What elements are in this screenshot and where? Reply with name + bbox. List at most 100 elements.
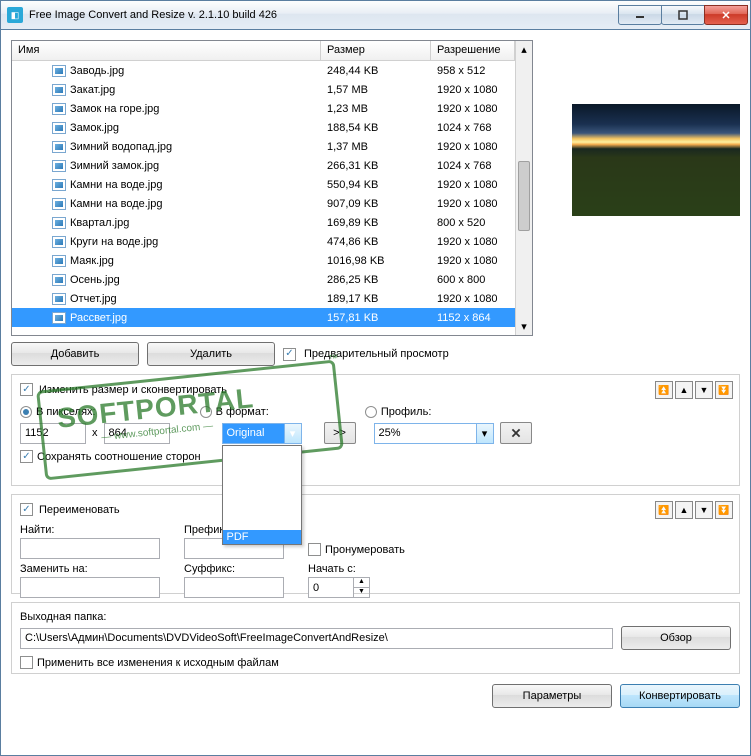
table-row[interactable]: Квартал.jpg169,89 KB800 x 520 [12,213,515,232]
resize-checkbox[interactable] [20,383,33,396]
replace-input[interactable] [20,577,160,598]
format-option[interactable]: GIF [223,502,301,516]
profile-value: 25% [375,427,476,439]
image-file-icon [52,274,66,286]
find-input[interactable] [20,538,160,559]
output-path-input[interactable] [20,628,613,649]
height-input[interactable] [104,423,170,444]
preview-image [572,104,740,216]
width-input[interactable] [20,423,86,444]
close-button[interactable] [704,5,748,25]
scroll-down-icon[interactable]: ▾ [516,318,532,335]
image-file-icon [52,293,66,305]
section-down-icon[interactable]: ▼ [695,381,713,399]
file-name: Зимний замок.jpg [70,160,159,172]
apply-source-checkbox[interactable] [20,656,33,669]
chevron-down-icon[interactable]: ▾ [284,424,301,443]
file-size: 248,44 KB [321,65,431,77]
file-list[interactable]: Имя Размер Разрешение Заводь.jpg248,44 K… [11,40,533,336]
table-row[interactable]: Закат.jpg1,57 MB1920 x 1080 [12,80,515,99]
file-name: Замок.jpg [70,122,119,134]
table-row[interactable]: Заводь.jpg248,44 KB958 x 512 [12,61,515,80]
output-label: Выходная папка: [20,611,731,623]
section-first-icon[interactable]: ⏫ [655,501,673,519]
titlebar[interactable]: ◧ Free Image Convert and Resize v. 2.1.1… [0,0,751,30]
spin-up-icon[interactable]: ▲ [354,578,369,588]
section-first-icon[interactable]: ⏫ [655,381,673,399]
resize-title: Изменить размер и сконвертировать [39,384,227,396]
chevron-down-icon[interactable]: ▾ [476,424,493,443]
file-res: 1920 x 1080 [431,141,515,153]
col-size[interactable]: Размер [321,41,431,60]
add-button[interactable]: Добавить [11,342,139,366]
resize-section: Изменить размер и сконвертировать ⏫ ▲ ▼ … [11,374,740,486]
format-option[interactable]: TGA [223,516,301,530]
format-option[interactable]: BMP [223,488,301,502]
section-up-icon[interactable]: ▲ [675,381,693,399]
table-row[interactable]: Маяк.jpg1016,98 KB1920 x 1080 [12,251,515,270]
file-size: 1,57 MB [321,84,431,96]
format-option[interactable]: JPG [223,460,301,474]
file-size: 1,37 MB [321,141,431,153]
start-input[interactable] [308,577,354,598]
format-dropdown[interactable]: OriginalJPGPNGBMPGIFTGAPDF [222,445,302,545]
file-res: 1920 x 1080 [431,84,515,96]
rename-checkbox[interactable] [20,503,33,516]
table-row[interactable]: Отчет.jpg189,17 KB1920 x 1080 [12,289,515,308]
maximize-button[interactable] [661,5,705,25]
image-file-icon [52,179,66,191]
file-name: Квартал.jpg [70,217,129,229]
pixels-radio[interactable] [20,406,32,418]
spin-down-icon[interactable]: ▼ [354,588,369,597]
table-row[interactable]: Зимний замок.jpg266,31 KB1024 x 768 [12,156,515,175]
number-checkbox[interactable] [308,543,321,556]
profile-label: Профиль: [381,406,432,418]
image-file-icon [52,84,66,96]
table-row[interactable]: Камни на воде.jpg550,94 KB1920 x 1080 [12,175,515,194]
suffix-input[interactable] [184,577,284,598]
table-row[interactable]: Замок на горе.jpg1,23 MB1920 x 1080 [12,99,515,118]
remove-button[interactable]: Удалить [147,342,275,366]
image-file-icon [52,122,66,134]
col-res[interactable]: Разрешение [431,41,515,60]
params-button[interactable]: Параметры [492,684,612,708]
table-row[interactable]: Рассвет.jpg157,81 KB1152 x 864 [12,308,515,327]
find-label: Найти: [20,524,160,536]
browse-button[interactable]: Обзор [621,626,731,650]
convert-button[interactable]: Конвертировать [620,684,740,708]
file-size: 474,86 KB [321,236,431,248]
table-row[interactable]: Камни на воде.jpg907,09 KB1920 x 1080 [12,194,515,213]
scroll-thumb[interactable] [518,161,530,231]
table-row[interactable]: Осень.jpg286,25 KB600 x 800 [12,270,515,289]
file-name: Зимний водопад.jpg [70,141,172,153]
scroll-up-icon[interactable]: ▴ [516,41,532,58]
section-last-icon[interactable]: ⏬ [715,381,733,399]
image-file-icon [52,141,66,153]
table-row[interactable]: Замок.jpg188,54 KB1024 x 768 [12,118,515,137]
section-up-icon[interactable]: ▲ [675,501,693,519]
table-row[interactable]: Круги на воде.jpg474,86 KB1920 x 1080 [12,232,515,251]
minimize-button[interactable] [618,5,662,25]
format-combo[interactable]: Original ▾ OriginalJPGPNGBMPGIFTGAPDF [222,423,302,444]
section-last-icon[interactable]: ⏬ [715,501,733,519]
window-title: Free Image Convert and Resize v. 2.1.10 … [29,9,619,21]
profile-combo[interactable]: 25% ▾ [374,423,494,444]
preview-checkbox[interactable] [283,348,296,361]
table-row[interactable]: Зимний водопад.jpg 1,37 MB1920 x 1080 [12,137,515,156]
keep-ratio-checkbox[interactable] [20,450,33,463]
col-name[interactable]: Имя [12,41,321,60]
format-option[interactable]: PDF [223,530,301,544]
format-option[interactable]: PNG [223,474,301,488]
file-res: 1920 x 1080 [431,236,515,248]
section-down-icon[interactable]: ▼ [695,501,713,519]
format-option[interactable]: Original [223,446,301,460]
file-res: 600 x 800 [431,274,515,286]
apply-format-button[interactable]: >> [324,422,356,444]
suffix-label: Суффикс: [184,563,284,575]
image-file-icon [52,198,66,210]
list-scrollbar[interactable]: ▴ ▾ [515,41,532,335]
file-res: 1024 x 768 [431,160,515,172]
format-radio[interactable] [200,406,212,418]
delete-profile-button[interactable] [500,422,532,444]
profile-radio[interactable] [365,406,377,418]
